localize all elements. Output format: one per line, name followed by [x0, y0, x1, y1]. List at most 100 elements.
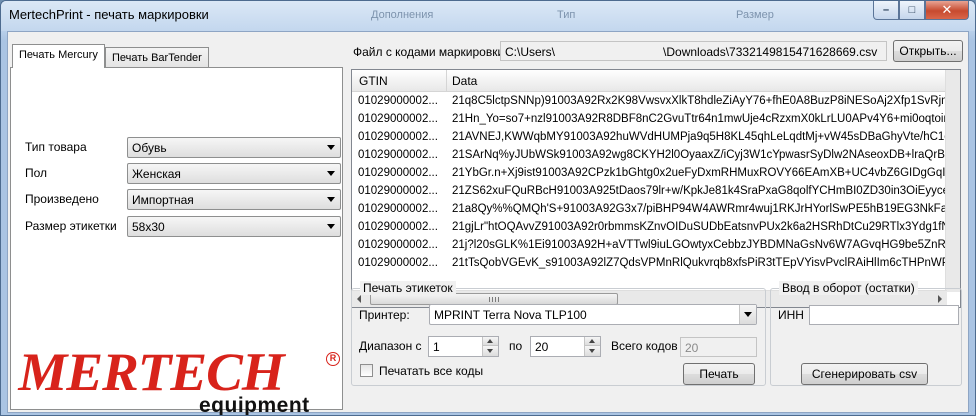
data-cell: 21YbGr.n+Xj9ist91003A92CPzk1bGhtg0x2ueFy…: [452, 167, 947, 179]
file-label: Файл с кодами маркировки: [353, 45, 505, 59]
table-row[interactable]: 01029000002... 21gjLr"htOQAvvZ91003A92r0r…: [352, 218, 947, 236]
gender-select[interactable]: Женская: [127, 163, 341, 184]
background-text: Размер: [736, 9, 774, 21]
gender-value: Женская: [132, 167, 181, 181]
tab-label: Печать Mercury: [19, 49, 98, 61]
title-bar[interactable]: MertechPrint - печать маркировки Дополне…: [1, 1, 975, 31]
produced-label: Произведено: [25, 192, 99, 206]
grid-header: GTIN Data: [352, 70, 960, 92]
tab-label: Печать BarTender: [112, 52, 202, 64]
data-cell: 21AVNEJ,KWWqbMY91003A92huWVdHUMPja9q5H8K…: [452, 131, 947, 143]
total-codes-field: 20: [680, 337, 757, 357]
produced-select[interactable]: Импортная: [127, 189, 341, 210]
product-type-value: Обувь: [132, 141, 167, 155]
open-file-button[interactable]: Открыть...: [893, 40, 963, 62]
data-cell: 21a8Qy%%QMQh'S+91003A92G3x7/piBHP94W4AWR…: [452, 203, 947, 215]
increment-button[interactable]: [482, 337, 498, 346]
increment-button[interactable]: [584, 337, 600, 346]
printer-select[interactable]: MPRINT Terra Nova TLP100: [429, 304, 757, 325]
maximize-button[interactable]: □: [899, 1, 925, 20]
range-from-value: 1: [433, 340, 440, 354]
arrow-up-icon: [487, 339, 493, 343]
column-header-data[interactable]: Data: [452, 74, 477, 88]
table-row[interactable]: 01029000002... 21a8Qy%%QMQh'S+91003A92G3x…: [352, 200, 947, 218]
window-title: MertechPrint - печать маркировки: [9, 7, 209, 22]
table-row[interactable]: 01029000002... 21tTsQobVGEvK_s91003A92lZ7…: [352, 254, 947, 272]
column-header-gtin[interactable]: GTIN: [359, 74, 388, 88]
print-button[interactable]: Печать: [683, 363, 755, 385]
tab-print-mercury[interactable]: Печать Mercury: [12, 44, 105, 68]
data-cell: 21q8C5lctpSNNp)91003A92Rx2K98VwsvxXlkT8h…: [452, 95, 947, 107]
table-row[interactable]: 01029000002... 21Hn_Yo=so7+nzl91003A92R8D…: [352, 110, 947, 128]
file-path-prefix: C:\Users\: [505, 45, 556, 59]
data-cell: 21gjLr"htOQAvvZ91003A92r0rbmmsKZnvOIDuSU…: [452, 221, 947, 233]
gtin-cell: 01029000002...: [358, 95, 438, 107]
label-size-value: 58x30: [132, 220, 165, 234]
gtin-cell: 01029000002...: [358, 131, 438, 143]
background-text: Тип: [557, 9, 576, 21]
table-row[interactable]: 01029000002... 21SArNq%yJUbWSk91003A92wg8…: [352, 146, 947, 164]
app-window: MertechPrint - печать маркировки Дополне…: [0, 0, 976, 416]
vertical-scrollbar[interactable]: [945, 70, 960, 292]
file-path-field[interactable]: C:\Users\ \Downloads\7332149815471628669.…: [500, 41, 887, 61]
printer-value: MPRINT Terra Nova TLP100: [434, 308, 587, 322]
minimize-icon: –: [882, 4, 890, 16]
table-row[interactable]: 01029000002... 21AVNEJ,KWWqbMY91003A92huW…: [352, 128, 947, 146]
produced-value: Импортная: [132, 193, 194, 207]
arrow-down-icon: [589, 349, 595, 353]
gtin-cell: 01029000002...: [358, 221, 438, 233]
total-codes-value: 20: [685, 341, 699, 355]
range-to-value: 20: [535, 340, 549, 354]
client-area: Печать Mercury Печать BarTender Тип това…: [7, 31, 969, 415]
chevron-down-icon: [327, 145, 335, 150]
close-icon: ✕: [941, 2, 953, 17]
table-row[interactable]: 01029000002... 21q8C5lctpSNNp)91003A92Rx2…: [352, 92, 947, 110]
column-separator[interactable]: [446, 70, 447, 92]
decrement-button[interactable]: [482, 346, 498, 356]
tab-print-bartender[interactable]: Печать BarTender: [105, 47, 209, 68]
data-cell: 21SArNq%yJUbWSk91003A92wg8CKYH2l0OyaaxZ/…: [452, 149, 947, 161]
generate-csv-button[interactable]: Сгенерировать csv: [801, 363, 928, 385]
range-from-label: Диапазон с: [359, 339, 422, 353]
codes-grid[interactable]: GTIN Data 01029000002... 21q8C5lctpSNNp)9…: [351, 69, 961, 308]
table-row[interactable]: 01029000002... 21ZS62xuFQuRBcH91003A925tD…: [352, 182, 947, 200]
range-to-stepper[interactable]: 20: [530, 336, 601, 357]
print-group-title: Печать этикеток: [360, 281, 456, 295]
decrement-button[interactable]: [584, 346, 600, 356]
label-size-select[interactable]: 58x30: [127, 216, 341, 237]
gtin-cell: 01029000002...: [358, 257, 438, 269]
chevron-down-icon: [327, 224, 335, 229]
product-type-select[interactable]: Обувь: [127, 137, 341, 158]
mercury-tab-panel: Тип товара Обувь Пол Женская Произведено…: [10, 67, 343, 415]
mertech-logo: MERTECH R equipment: [18, 342, 341, 416]
close-button[interactable]: ✕: [925, 1, 969, 20]
print-all-checkbox[interactable]: [360, 364, 373, 377]
registered-mark-icon: R: [326, 352, 340, 366]
chevron-down-icon: [327, 197, 335, 202]
label-size-label: Размер этикетки: [25, 219, 117, 233]
circulation-group-title: Ввод в оборот (остатки): [779, 281, 918, 295]
data-cell: 21j?l20sGLK%1Ei91003A92H+aVTTwl9iuLGOwty…: [452, 239, 947, 251]
chevron-down-icon: [327, 171, 335, 176]
grid-body: 01029000002... 21q8C5lctpSNNp)91003A92Rx2…: [352, 92, 947, 290]
table-row[interactable]: 01029000002... 21j?l20sGLK%1Ei91003A92H+a…: [352, 236, 947, 254]
gender-label: Пол: [25, 166, 48, 180]
printer-dropdown-button[interactable]: [739, 305, 756, 324]
inn-input[interactable]: [809, 305, 959, 325]
logo-subtitle: equipment: [199, 394, 310, 416]
gtin-cell: 01029000002...: [358, 239, 438, 251]
total-codes-label: Всего кодов: [611, 339, 678, 353]
range-to-label: по: [509, 339, 523, 353]
logo-wordmark: MERTECH: [18, 342, 284, 402]
arrow-up-icon: [589, 339, 595, 343]
range-from-stepper[interactable]: 1: [428, 336, 499, 357]
window-controls: – □ ✕: [873, 1, 969, 20]
gtin-cell: 01029000002...: [358, 203, 438, 215]
print-all-label[interactable]: Печатать все коды: [379, 364, 483, 378]
redacted-area: [555, 45, 664, 57]
table-row[interactable]: 01029000002... 21YbGr.n+Xj9ist91003A92CPz…: [352, 164, 947, 182]
generate-csv-label: Сгенерировать csv: [811, 367, 918, 381]
background-text: Дополнения: [371, 9, 434, 21]
printer-label: Принтер:: [359, 308, 410, 322]
minimize-button[interactable]: –: [873, 1, 899, 20]
